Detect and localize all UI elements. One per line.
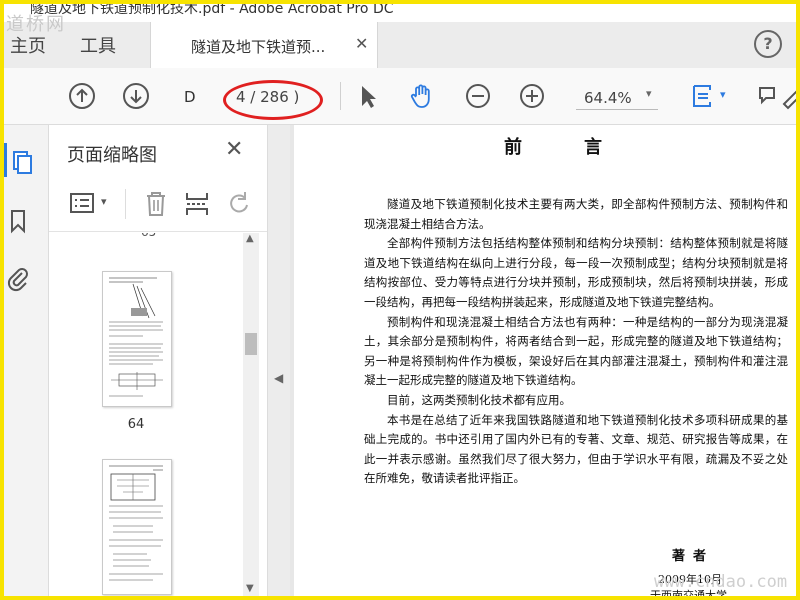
pdf-page: 前言 隧道及地下铁道预制化技术主要有两大类，即全部构件预制方法、预制构件和现浇混… xyxy=(294,125,796,596)
tab-tools[interactable]: 工具 xyxy=(80,32,116,58)
help-icon[interactable]: ? xyxy=(754,30,782,58)
hand-tool-icon[interactable] xyxy=(408,82,436,110)
page-thumbnails-icon[interactable] xyxy=(8,147,36,175)
page-fit-icon[interactable] xyxy=(688,82,716,110)
thumbnail-number: 64 xyxy=(127,417,145,432)
select-cursor-icon[interactable] xyxy=(354,82,382,110)
watermark-logo: 道桥网 xyxy=(6,14,66,35)
bookmark-icon[interactable] xyxy=(4,207,32,235)
page-fit-chevron-icon[interactable]: ▾ xyxy=(720,88,726,101)
zoom-in-icon[interactable] xyxy=(518,82,546,110)
annotation-oval xyxy=(223,80,323,120)
paragraph: 隧道及地下铁道预制化技术主要有两大类，即全部构件预制方法、预制构件和现浇混凝土相… xyxy=(364,197,788,231)
zoom-value: 64.4% xyxy=(584,89,632,107)
left-rail xyxy=(4,125,49,596)
document-tab-label: 隧道及地下铁道预... xyxy=(191,38,326,56)
options-chevron-icon[interactable]: ▾ xyxy=(101,195,107,208)
chevron-down-icon: ▾ xyxy=(646,87,652,100)
thumbnail-scrollbar[interactable]: ▲ ▼ xyxy=(243,233,259,596)
insert-page-icon[interactable] xyxy=(183,189,211,219)
page-heading: 前言 xyxy=(504,137,664,158)
page-body: 隧道及地下铁道预制化技术主要有两大类，即全部构件预制方法、预制构件和现浇混凝土相… xyxy=(364,195,788,489)
close-tab-icon[interactable]: ✕ xyxy=(355,34,368,53)
delete-page-icon[interactable] xyxy=(143,189,169,219)
thumbnail-preview xyxy=(109,465,163,581)
rotate-page-icon[interactable] xyxy=(225,189,253,219)
next-page-icon[interactable] xyxy=(122,82,150,110)
author-signature: 著者 xyxy=(672,549,715,564)
site-watermark: www.cndao.com xyxy=(654,572,788,592)
panel-title: 页面缩略图 xyxy=(67,145,157,166)
paragraph: 预制构件和现浇混凝土相结合方法也有两种：一种是结构的一部分为现浇混凝土，其余部分… xyxy=(364,314,788,388)
toolbar-divider xyxy=(340,82,341,110)
page-thumbnail-64[interactable] xyxy=(102,271,172,407)
draw-tool-icon[interactable] xyxy=(780,82,796,110)
tab-bar: 主页 工具 隧道及地下铁道预... ✕ ? xyxy=(4,22,796,69)
close-panel-icon[interactable]: ✕ xyxy=(225,137,243,162)
title-bar: 隧道及地下铁道预制化技术.pdf - Adobe Acrobat Pro DC xyxy=(4,4,796,18)
thumbnail-options-icon[interactable] xyxy=(69,191,97,217)
panel-toolbar-divider xyxy=(125,189,126,219)
acrobat-window: 隧道及地下铁道预制化技术.pdf - Adobe Acrobat Pro DC … xyxy=(4,4,796,596)
thumbnail-number-partial: 65 xyxy=(141,233,156,239)
page-thumbnail-next[interactable] xyxy=(102,459,172,595)
document-view[interactable]: 前言 隧道及地下铁道预制化技术主要有两大类，即全部构件预制方法、预制构件和现浇混… xyxy=(290,125,796,596)
scroll-up-icon[interactable]: ▲ xyxy=(246,233,254,244)
page-number-input[interactable]: D xyxy=(184,88,196,106)
thumbnail-preview xyxy=(109,277,163,397)
paragraph: 本书是在总结了近年来我国铁路隧道和地下铁道预制化技术多项科研成果的基础上完成的。… xyxy=(364,412,788,486)
scrollbar-thumb[interactable] xyxy=(245,333,257,355)
active-indicator xyxy=(4,143,7,177)
thumbnails-panel: 页面缩略图 ✕ ▾ 65 xyxy=(49,125,268,596)
thumbnail-list: 65 64 xyxy=(49,233,267,596)
scroll-down-icon[interactable]: ▼ xyxy=(246,583,254,594)
paragraph: 目前，这两类预制化技术都有应用。 xyxy=(387,392,571,407)
comment-tool-icon[interactable] xyxy=(754,82,782,110)
previous-page-icon[interactable] xyxy=(68,82,96,110)
tab-document[interactable]: 隧道及地下铁道预... ✕ xyxy=(150,22,378,68)
collapse-panel-icon[interactable]: ◀ xyxy=(274,371,283,385)
panel-toolbar: ▾ xyxy=(49,179,267,232)
toolbar: D 4 / 286 ) 64.4% ▾ ▾ xyxy=(4,68,796,125)
zoom-out-icon[interactable] xyxy=(464,82,492,110)
attachment-icon[interactable] xyxy=(4,265,32,293)
zoom-select[interactable]: 64.4% ▾ xyxy=(576,83,658,110)
window-title: 隧道及地下铁道预制化技术.pdf - Adobe Acrobat Pro DC xyxy=(30,4,394,17)
panel-splitter[interactable]: ◀ xyxy=(268,125,290,596)
paragraph: 全部构件预制方法包括结构整体预制和结构分块预制：结构整体预制就是将隧道及地下铁道… xyxy=(364,236,788,309)
